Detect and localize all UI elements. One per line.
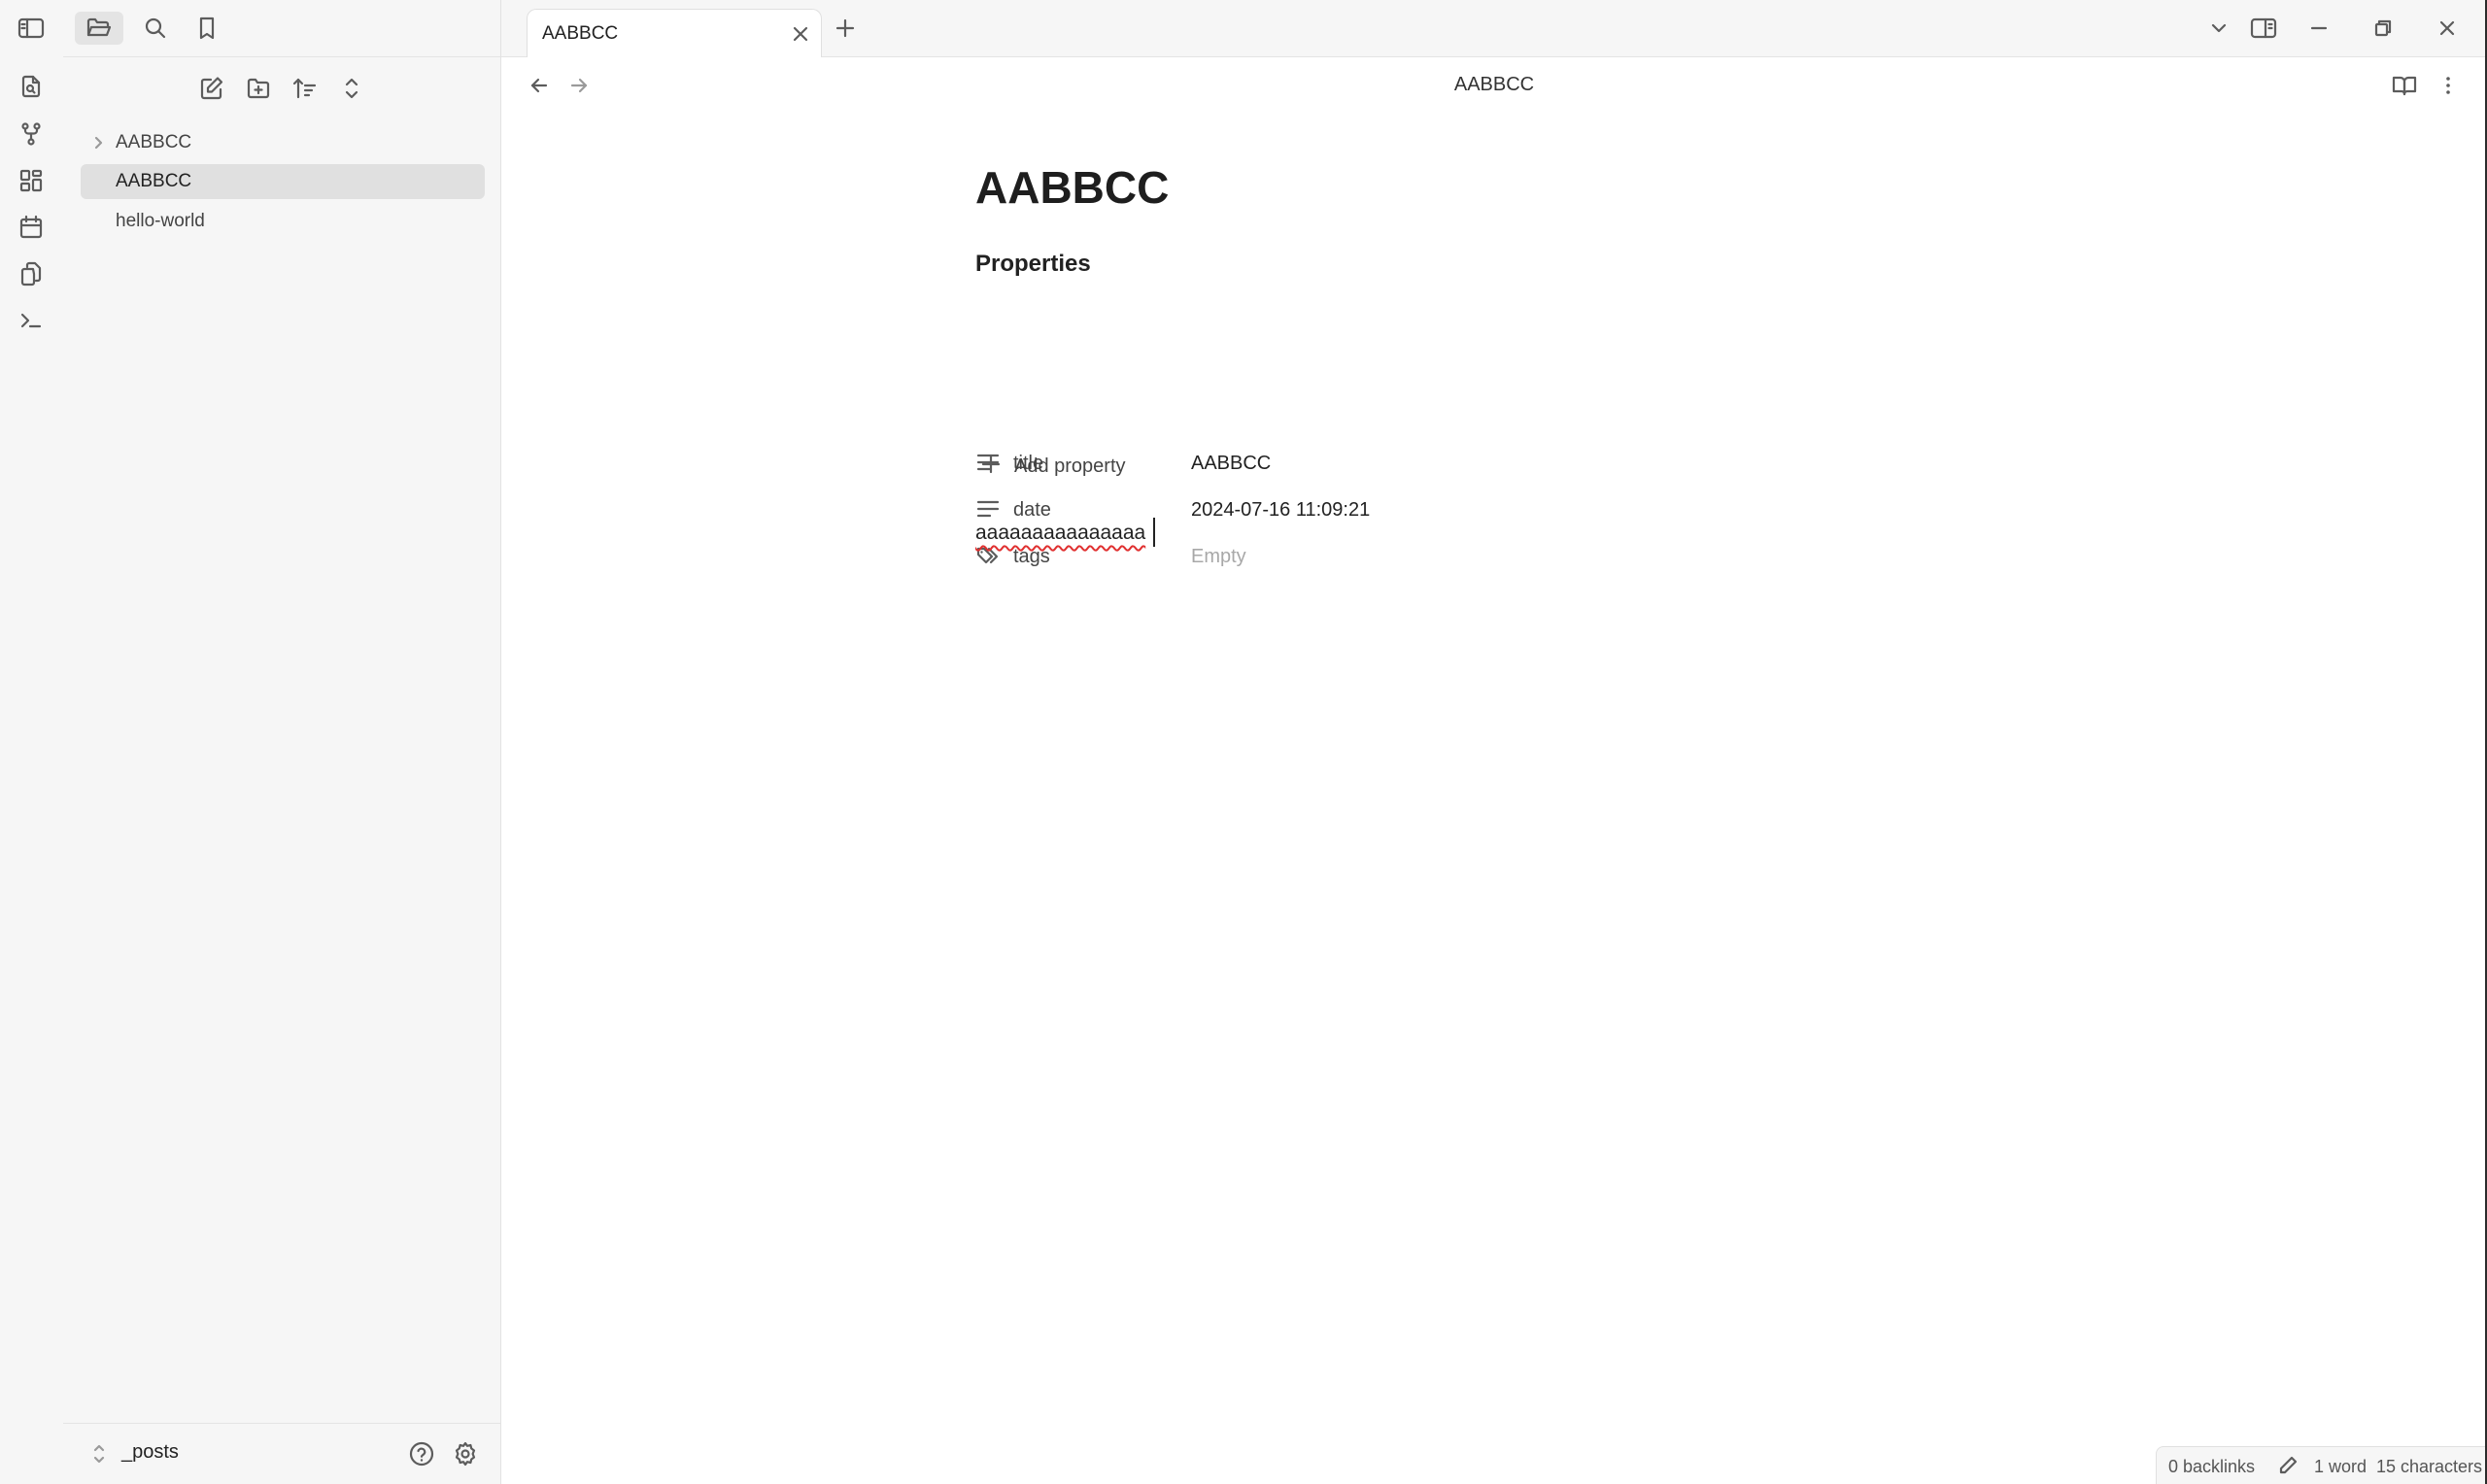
new-tab-button[interactable] — [829, 12, 862, 45]
templates-button[interactable] — [15, 257, 48, 290]
git-fork-icon — [21, 122, 41, 146]
file-nav-actions — [63, 70, 500, 109]
tree-file-aabbcc[interactable]: AABBCC — [81, 164, 485, 199]
sort-order-button[interactable] — [287, 70, 324, 107]
tab-list-button[interactable] — [2202, 12, 2235, 45]
close-window-button[interactable] — [2431, 12, 2464, 45]
daily-note-button[interactable] — [15, 211, 48, 244]
toggle-sidebar-button[interactable] — [15, 12, 48, 45]
tab-aabbcc[interactable]: AABBCC — [527, 9, 822, 58]
graph-view-button[interactable] — [15, 118, 48, 151]
quick-switcher-button[interactable] — [15, 70, 48, 103]
file-explorer-sidebar: AABBCC AABBCC hello-world _posts — [63, 0, 501, 1484]
character-count: 15 characters — [2376, 1457, 2483, 1476]
sidebar-right-icon — [2250, 17, 2277, 39]
edit-icon — [200, 77, 223, 100]
property-key[interactable]: tags — [1013, 546, 1050, 568]
restore-icon — [2374, 19, 2392, 37]
tab-bar: AABBCC — [501, 0, 2487, 58]
text-cursor — [1153, 518, 1155, 547]
close-icon — [2439, 20, 2455, 36]
help-button[interactable] — [408, 1440, 435, 1467]
minimize-icon — [2310, 26, 2328, 30]
terminal-icon — [20, 313, 42, 328]
chevrons-up-down-icon — [345, 78, 358, 99]
note-body-text[interactable]: aaaaaaaaaaaaaaa — [975, 522, 1145, 545]
new-note-button[interactable] — [193, 70, 230, 107]
chevron-right-icon — [90, 134, 108, 152]
reading-view-button[interactable] — [2388, 69, 2421, 102]
files-icon — [20, 261, 42, 287]
book-open-icon — [2392, 76, 2417, 96]
sidebar-tab-strip — [63, 0, 500, 57]
property-value-empty[interactable]: Empty — [1191, 546, 1246, 568]
tags-icon[interactable] — [975, 545, 1003, 568]
canvas-button[interactable] — [15, 164, 48, 197]
properties-heading[interactable]: Properties — [975, 251, 1091, 278]
chevron-down-icon — [2211, 23, 2227, 33]
add-property-label: Add property — [1014, 455, 1126, 477]
tab-title: AABBCC — [542, 23, 619, 44]
settings-button[interactable] — [452, 1440, 479, 1467]
tab-close-button[interactable] — [790, 23, 811, 45]
text-lines-icon[interactable] — [975, 498, 1001, 520]
vault-bar: _posts — [63, 1423, 500, 1484]
vault-switcher-button[interactable] — [86, 1441, 116, 1467]
tab-files[interactable] — [75, 12, 123, 45]
toggle-right-sidebar-button[interactable] — [2247, 12, 2280, 45]
sort-ascending-icon — [292, 78, 317, 99]
close-icon — [793, 26, 808, 42]
minimize-button[interactable] — [2302, 12, 2335, 45]
search-icon — [145, 17, 166, 39]
note-title[interactable]: AABBCC — [975, 161, 1169, 214]
calendar-icon — [19, 215, 43, 239]
pencil-icon — [2279, 1456, 2298, 1474]
view-title[interactable]: AABBCC — [501, 74, 2487, 96]
chevrons-up-down-icon — [93, 1444, 105, 1464]
tree-item-label: hello-world — [116, 211, 205, 231]
folder-plus-icon — [247, 78, 270, 99]
tree-item-label: AABBCC — [116, 132, 192, 152]
property-key[interactable]: date — [1013, 499, 1051, 522]
help-circle-icon — [409, 1441, 434, 1467]
vault-name[interactable]: _posts — [121, 1441, 179, 1464]
tab-bookmarks[interactable] — [183, 12, 231, 45]
folder-open-icon — [86, 17, 112, 37]
left-ribbon — [0, 56, 64, 1484]
restore-button[interactable] — [2367, 12, 2400, 45]
tab-search[interactable] — [131, 12, 180, 45]
more-options-button[interactable] — [2432, 69, 2465, 102]
bookmark-icon — [199, 17, 215, 40]
ribbon-top — [0, 0, 63, 56]
gear-icon — [455, 1441, 476, 1467]
command-palette-button[interactable] — [15, 304, 48, 337]
edit-mode-button[interactable] — [2277, 1455, 2299, 1476]
tree-item-label: AABBCC — [116, 171, 192, 191]
plus-icon — [979, 453, 1003, 476]
tree-folder-aabbcc[interactable]: AABBCC — [81, 125, 485, 160]
word-count: 1 word — [2314, 1457, 2368, 1476]
more-vertical-icon — [2446, 77, 2450, 94]
file-search-icon — [21, 75, 41, 98]
new-folder-button[interactable] — [240, 70, 277, 107]
expand-collapse-button[interactable] — [333, 70, 370, 107]
layout-dashboard-icon — [19, 169, 43, 192]
property-value[interactable]: AABBCC — [1191, 453, 1271, 475]
plus-icon — [835, 18, 855, 38]
sidebar-toggle-icon — [17, 17, 45, 39]
tree-file-hello-world[interactable]: hello-world — [81, 204, 485, 239]
status-bar: 0 backlinks 1 word 15 characters — [2156, 1446, 2487, 1484]
view-header: AABBCC — [501, 57, 2487, 114]
property-value[interactable]: 2024-07-16 11:09:21 — [1191, 499, 1370, 522]
backlinks-count[interactable]: 0 backlinks — [2168, 1457, 2255, 1477]
